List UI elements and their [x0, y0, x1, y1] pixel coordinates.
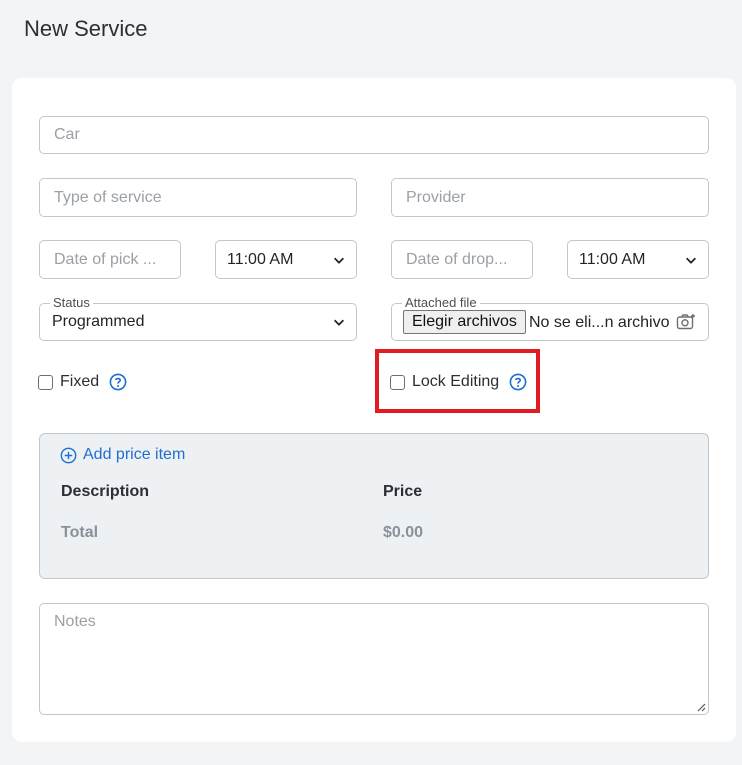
notes-textarea[interactable] — [40, 604, 708, 714]
plus-circle-icon — [60, 447, 77, 463]
car-input[interactable] — [40, 117, 708, 153]
price-column-header: Price — [383, 483, 423, 500]
fixed-checkbox[interactable] — [38, 374, 53, 390]
attached-file-field: Attached file Elegir archivos No se eli.… — [391, 295, 709, 341]
car-field[interactable] — [39, 116, 709, 154]
status-value: Programmed — [52, 313, 145, 330]
dropoff-time-select[interactable]: 11:00 AM — [567, 240, 709, 279]
total-label: Total — [61, 524, 99, 541]
resize-handle-icon[interactable] — [696, 702, 706, 712]
status-label: Status — [50, 295, 93, 310]
pickup-date-input[interactable] — [40, 241, 180, 278]
choose-files-button[interactable]: Elegir archivos — [403, 310, 526, 334]
pickup-time-select[interactable]: 11:00 AM — [215, 240, 357, 279]
price-items-panel: Add price item Description Price Total $… — [39, 433, 709, 579]
lock-editing-highlight — [375, 349, 540, 413]
pickup-date-field[interactable] — [39, 240, 181, 279]
dropoff-date-field[interactable] — [391, 240, 533, 279]
chevron-down-icon — [334, 319, 344, 326]
page-title: New Service — [24, 16, 148, 41]
fixed-option: Fixed — [38, 373, 127, 391]
total-value: $0.00 — [383, 524, 424, 541]
question-circle-icon[interactable] — [109, 373, 127, 391]
type-of-service-field[interactable] — [39, 178, 357, 217]
pickup-time-value: 11:00 AM — [227, 250, 294, 268]
fixed-label: Fixed — [60, 373, 100, 390]
chevron-down-icon — [334, 257, 344, 264]
add-price-item-label: Add price item — [83, 446, 186, 463]
dropoff-time-value: 11:00 AM — [579, 250, 646, 268]
provider-input[interactable] — [392, 179, 708, 216]
provider-field[interactable] — [391, 178, 709, 217]
camera-add-icon[interactable] — [676, 313, 696, 331]
description-column-header: Description — [61, 483, 150, 500]
type-of-service-input[interactable] — [40, 179, 356, 216]
status-select[interactable]: Status Programmed — [39, 295, 357, 341]
dropoff-date-input[interactable] — [392, 241, 532, 278]
notes-field[interactable] — [39, 603, 709, 715]
attached-file-label: Attached file — [402, 295, 480, 310]
chevron-down-icon — [686, 257, 696, 264]
add-price-item-button[interactable]: Add price item — [60, 446, 185, 464]
file-status-text: No se eli...n archivo — [529, 314, 670, 331]
